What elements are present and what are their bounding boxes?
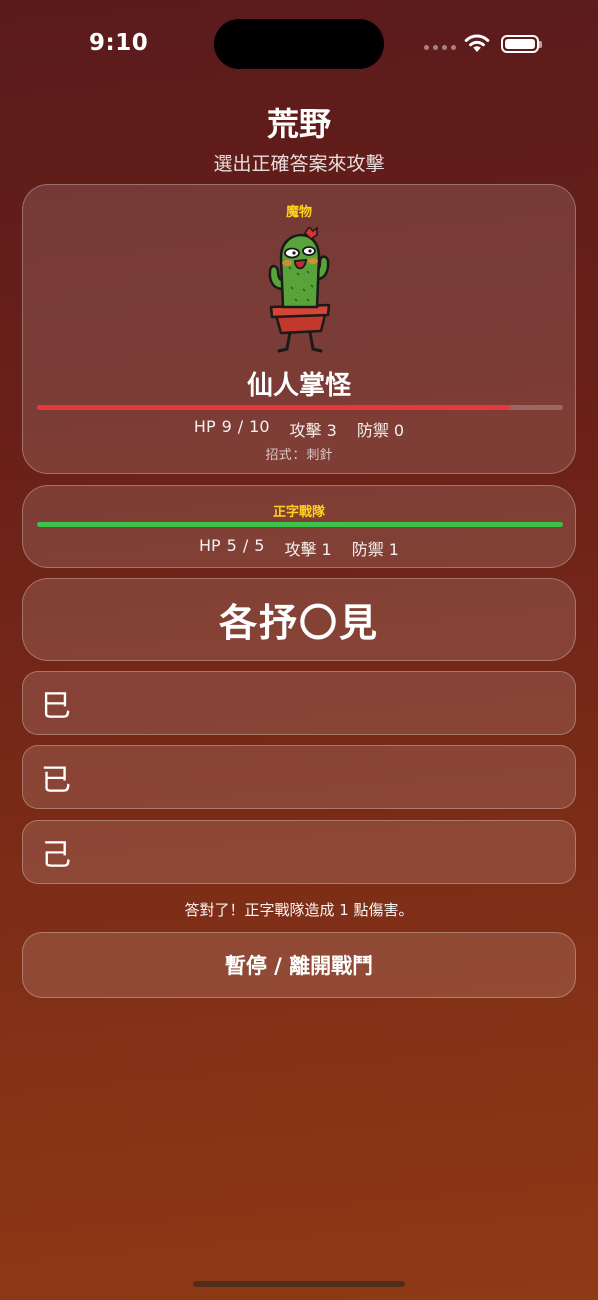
team-hp-separator: / — [242, 536, 249, 555]
question-card: 各抒〇見 — [22, 578, 576, 661]
feedback-message: 答對了！正字戰隊造成 1 點傷害。 — [184, 901, 414, 919]
team-card: 正字戰隊 HP 5 / 5 攻擊 1 防禦 1 — [22, 485, 576, 568]
answer-option-2[interactable]: 已 — [22, 745, 576, 809]
monster-attack: 攻擊 3 — [289, 421, 337, 440]
screen-subtitle: 選出正確答案來攻擊 — [213, 153, 385, 175]
monster-hp-bar-fill — [37, 405, 511, 410]
monster-card: 魔物 仙人掌怪 HP 9 / 10 攻擊 3 防禦 0 招式：刺針 — [22, 184, 576, 474]
monster-move-separator: ： — [292, 448, 306, 463]
team-hp-current: 5 — [226, 536, 237, 555]
status-bar: 9:10 — [0, 0, 598, 90]
monster-hp-separator: / — [237, 417, 244, 436]
team-section-label: 正字戰隊 — [272, 505, 325, 520]
monster-section-label: 魔物 — [285, 205, 312, 220]
screen-header: 荒野 選出正確答案來攻擊 — [0, 103, 598, 176]
cellular-signal-icon — [424, 45, 456, 50]
team-attack: 攻擊 1 — [284, 540, 332, 559]
status-time: 9:10 — [89, 30, 149, 56]
cactus-monster-icon — [268, 227, 331, 353]
monster-move: 招式：刺針 — [23, 444, 575, 463]
screen-title: 荒野 — [266, 105, 331, 143]
monster-stats: HP 9 / 10 攻擊 3 防禦 0 — [23, 417, 575, 441]
monster-hp-max: 10 — [249, 417, 270, 436]
monster-name: 仙人掌怪 — [246, 371, 351, 401]
team-stats: HP 5 / 5 攻擊 1 防禦 1 — [23, 536, 575, 560]
monster-move-name: 刺針 — [306, 448, 333, 463]
monster-defense: 防禦 0 — [356, 421, 405, 440]
monster-hp-bar — [37, 405, 563, 410]
monster-move-label: 招式 — [265, 448, 292, 463]
team-hp-max: 5 — [254, 536, 265, 555]
answer-option-1[interactable]: 巳 — [22, 671, 576, 735]
team-hp-bar — [37, 522, 563, 527]
team-defense: 防禦 1 — [351, 540, 399, 559]
monster-hp-current: 9 — [221, 417, 232, 436]
wifi-icon — [464, 34, 490, 52]
answer-option-3[interactable]: 己 — [22, 820, 576, 884]
team-hp-text: HP 5 / 5 — [199, 536, 264, 560]
home-indicator[interactable] — [193, 1281, 405, 1287]
battery-icon — [501, 35, 542, 53]
team-hp-label: HP — [198, 536, 221, 555]
pause-leave-button[interactable]: 暫停 / 離開戰鬥 — [22, 932, 576, 998]
monster-hp-text: HP 9 / 10 — [194, 417, 270, 441]
monster-hp-label: HP — [193, 417, 216, 436]
dynamic-island — [214, 19, 384, 69]
question-text: 各抒〇見 — [218, 601, 379, 645]
team-hp-bar-fill — [37, 522, 563, 527]
